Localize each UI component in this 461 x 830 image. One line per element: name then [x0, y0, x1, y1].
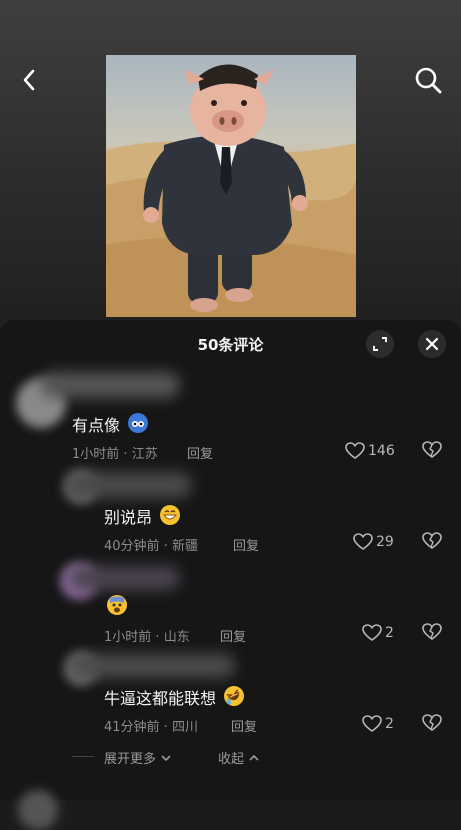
username-blurred[interactable] [66, 472, 192, 498]
dislike-button[interactable] [422, 532, 442, 552]
avatar[interactable] [18, 790, 58, 830]
search-button[interactable] [412, 64, 446, 98]
heart-icon [362, 715, 382, 732]
reply-button[interactable]: 回复 [233, 535, 259, 554]
rofl-emoji [224, 686, 245, 706]
heart-icon [362, 624, 382, 641]
comment-location: 江苏 [131, 447, 158, 462]
broken-heart-icon [422, 441, 442, 458]
comment-body: 牛逼这都能联想 [104, 689, 217, 708]
like-button[interactable]: 2 [362, 714, 394, 734]
grin-emoji [160, 505, 181, 525]
search-icon [415, 67, 442, 94]
close-icon [425, 337, 439, 351]
reply-button[interactable]: 回复 [231, 716, 257, 735]
reply-button[interactable]: 回复 [187, 443, 213, 462]
comment-location: 山东 [163, 630, 190, 645]
show-more-label: 展开更多 [104, 752, 157, 767]
pig-in-suit-image [106, 64, 356, 317]
username-blurred[interactable] [70, 654, 235, 678]
comment-text: 别说昂 [104, 504, 181, 528]
chevron-up-icon [249, 754, 259, 761]
comment-meta: 1小时前 · 山东 [104, 630, 190, 645]
dislike-button[interactable] [422, 623, 442, 643]
comment-location: 四川 [171, 720, 198, 735]
comment-time: 1小时前 [72, 447, 120, 462]
comment-time: 1小时前 [104, 630, 152, 645]
heart-icon [345, 442, 365, 459]
like-count: 29 [376, 534, 394, 550]
dislike-button[interactable] [422, 441, 442, 461]
comment-time: 40分钟前 [104, 539, 160, 554]
comment-meta: 41分钟前 · 四川 [104, 720, 198, 735]
heart-icon [353, 533, 373, 550]
comment-meta: 40分钟前 · 新疆 [104, 539, 198, 554]
reply-divider [72, 756, 94, 757]
reply-button[interactable]: 回复 [220, 626, 246, 645]
comment-location: 新疆 [171, 539, 198, 554]
like-button[interactable]: 2 [362, 623, 394, 643]
broken-heart-icon [422, 623, 442, 640]
chevron-left-icon [23, 69, 35, 91]
show-more-button[interactable]: 展开更多 [104, 748, 172, 767]
expand-button[interactable] [366, 330, 394, 358]
comment-body: 有点像 [72, 416, 121, 435]
comment-text: 牛逼这都能联想 [104, 685, 245, 709]
comment-text [104, 594, 128, 617]
like-count: 146 [368, 443, 395, 459]
dislike-button[interactable] [422, 714, 442, 734]
collapse-button[interactable]: 收起 [218, 748, 260, 767]
comment-text: 有点像 [72, 412, 149, 436]
comment-meta: 1小时前 · 江苏 [72, 447, 158, 462]
collapse-label: 收起 [218, 752, 245, 767]
close-button[interactable] [418, 330, 446, 358]
like-count: 2 [385, 625, 394, 641]
blue-face-emoji [128, 413, 149, 433]
like-button[interactable]: 29 [353, 532, 394, 552]
username-blurred[interactable] [70, 566, 180, 590]
broken-heart-icon [422, 714, 442, 731]
broken-heart-icon [422, 532, 442, 549]
like-count: 2 [385, 716, 394, 732]
chevron-down-icon [161, 755, 171, 762]
expand-icon [373, 337, 387, 351]
back-button[interactable] [14, 64, 46, 96]
fearful-emoji [107, 595, 127, 615]
video-thumbnail[interactable] [106, 55, 356, 317]
like-button[interactable]: 146 [345, 441, 395, 461]
comment-time: 41分钟前 [104, 720, 160, 735]
comment-body: 别说昂 [104, 508, 153, 527]
username-blurred[interactable] [40, 372, 180, 398]
